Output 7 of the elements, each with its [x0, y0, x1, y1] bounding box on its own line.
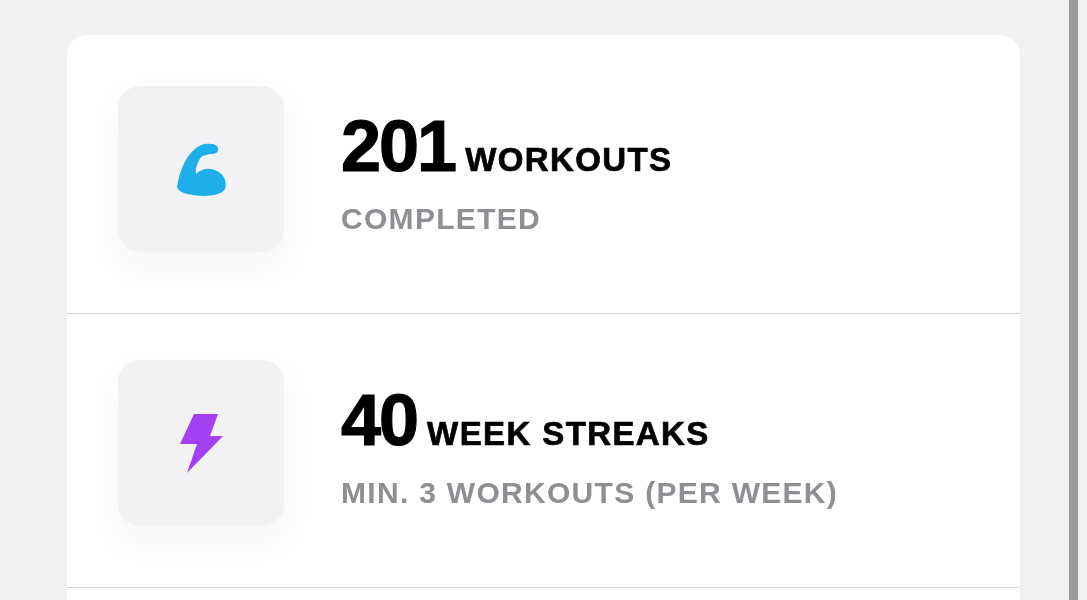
scrollbar[interactable] [1069, 0, 1078, 600]
stat-value: 40 [341, 384, 418, 456]
stat-value: 201 [341, 110, 456, 182]
stat-caption: MIN. 3 WORKOUTS (PER WEEK) [341, 478, 839, 508]
stat-unit: WEEK STREAKS [427, 417, 710, 450]
stat-unit: WORKOUTS [465, 143, 673, 176]
stat-caption: COMPLETED [341, 204, 543, 234]
